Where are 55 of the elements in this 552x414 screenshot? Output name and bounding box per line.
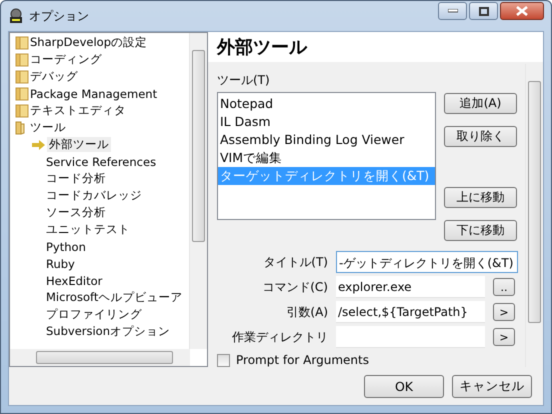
tree-item[interactable]: コードカバレッジ: [10, 187, 189, 204]
scrollbar[interactable]: [10, 349, 190, 366]
tree-item[interactable]: コーディング: [10, 51, 189, 68]
field-label: タイトル(T): [262, 254, 328, 270]
browse-button[interactable]: >: [493, 303, 515, 321]
input-field[interactable]: /select,${TargetPath}: [336, 301, 485, 323]
maximize-button[interactable]: [469, 2, 498, 20]
tree-item[interactable]: Service References: [10, 153, 189, 170]
browse-button[interactable]: >: [493, 328, 515, 346]
close-button[interactable]: [500, 2, 544, 20]
tree-item[interactable]: Package Management: [10, 85, 189, 102]
close-icon: [515, 6, 529, 16]
field-label: 作業ディレクトリ: [231, 328, 328, 346]
checkbox[interactable]: [217, 354, 230, 366]
tree-item[interactable]: Microsoftヘルプビューア: [10, 289, 189, 306]
tree-item[interactable]: プロファイリング: [10, 306, 189, 323]
list-item[interactable]: Assembly Binding Log Viewer: [218, 131, 435, 149]
tree-item[interactable]: ユニットテスト: [10, 221, 189, 238]
scrollbar[interactable]: [189, 33, 207, 349]
tree-item[interactable]: ソース分析: [10, 204, 189, 221]
tree-item[interactable]: Ruby: [10, 255, 189, 272]
minimize-button[interactable]: [438, 2, 467, 20]
ok-button[interactable]: OK: [364, 374, 444, 398]
input-field[interactable]: -ゲットディレクトリを開く(&T): [336, 251, 518, 273]
window-title: オプション: [29, 8, 89, 24]
tree-item[interactable]: テキストエディタ: [10, 102, 189, 119]
browse-button[interactable]: ..: [493, 278, 515, 296]
field-label: コマンド(C): [261, 278, 328, 296]
tools-list[interactable]: Notepad IL Dasm Assembly Binding Log Viewer VIMで編集 ターゲットディレクトリを開く(&T): [217, 92, 436, 220]
list-item[interactable]: Notepad: [218, 95, 435, 113]
input-field[interactable]: explorer.exe: [336, 276, 485, 298]
side-button[interactable]: 追加(A): [444, 93, 517, 114]
tree-item[interactable]: ツール: [10, 119, 189, 136]
tree-item[interactable]: Subversionオプション: [10, 323, 189, 340]
side-button[interactable]: 取り除く: [444, 126, 517, 147]
tree-item[interactable]: コード分析: [10, 170, 189, 187]
list-item[interactable]: IL Dasm: [218, 113, 435, 131]
tree-item[interactable]: SharpDevelopの設定: [10, 34, 189, 51]
list-label: ツール(T): [217, 72, 271, 89]
cancel-button[interactable]: キャンセル: [452, 374, 532, 398]
input-field[interactable]: [336, 326, 485, 348]
minimize-icon: [448, 9, 458, 13]
tree-item[interactable]: HexEditor: [10, 272, 189, 289]
arrow-icon: [32, 140, 45, 150]
side-button[interactable]: 下に移動: [444, 220, 517, 241]
panel-title: 外部ツール: [217, 36, 307, 59]
tree-item[interactable]: 外部ツール: [10, 136, 189, 153]
tree-item[interactable]: Python: [10, 238, 189, 255]
list-item[interactable]: VIMで編集: [218, 149, 435, 167]
checkbox-label: Prompt for Arguments: [236, 353, 369, 367]
tree-item[interactable]: デバッグ: [10, 68, 189, 85]
side-button[interactable]: 上に移動: [444, 187, 517, 208]
maximize-icon: [478, 6, 488, 16]
scrollbar[interactable]: [525, 64, 543, 367]
field-label: 引数(A): [285, 304, 328, 320]
